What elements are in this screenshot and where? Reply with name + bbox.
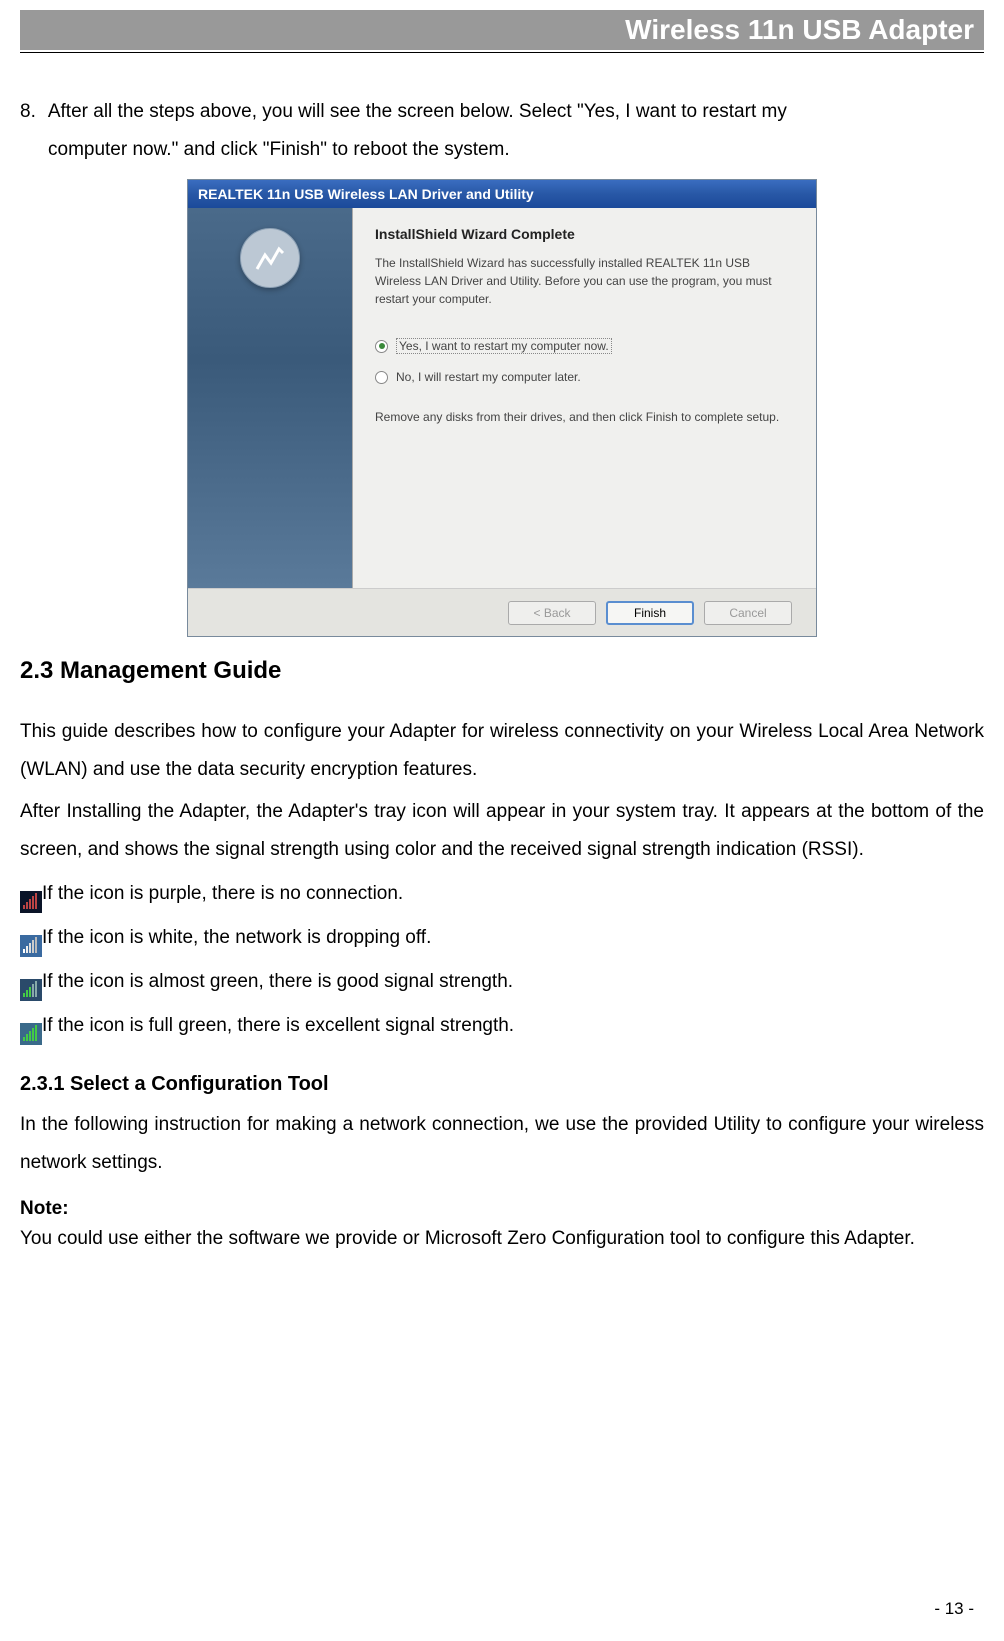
signal-white-line: If the icon is white, the network is dro… <box>20 919 984 957</box>
dialog-title-text: REALTEK 11n USB Wireless LAN Driver and … <box>198 186 534 202</box>
step-line2: computer now." and click "Finish" to reb… <box>20 139 510 160</box>
signal-full-green-text: If the icon is full green, there is exce… <box>42 1007 514 1045</box>
radio-restart-later[interactable]: No, I will restart my computer later. <box>375 370 794 384</box>
header-title: Wireless 11n USB Adapter <box>625 14 974 45</box>
mg-paragraph-2: After Installing the Adapter, the Adapte… <box>20 793 984 869</box>
radio-selected-icon <box>375 340 388 353</box>
finish-button[interactable]: Finish <box>606 601 694 625</box>
signal-almost-green-icon <box>20 979 42 1001</box>
signal-purple-line: If the icon is purple, there is no conne… <box>20 875 984 913</box>
page-header: Wireless 11n USB Adapter <box>20 10 984 50</box>
dialog-screenshot: REALTEK 11n USB Wireless LAN Driver and … <box>20 179 984 637</box>
wizard-paragraph-1: The InstallShield Wizard has successfull… <box>375 254 794 308</box>
install-dialog: REALTEK 11n USB Wireless LAN Driver and … <box>187 179 817 637</box>
dialog-body: InstallShield Wizard Complete The Instal… <box>188 208 816 588</box>
dialog-footer: < Back Finish Cancel <box>188 588 816 636</box>
step-line1: After all the steps above, you will see … <box>48 101 787 122</box>
page-number: - 13 - <box>934 1599 974 1619</box>
radio-unselected-icon <box>375 371 388 384</box>
radio-restart-now[interactable]: Yes, I want to restart my computer now. <box>375 338 794 354</box>
dialog-sidebar <box>188 208 353 588</box>
signal-white-text: If the icon is white, the network is dro… <box>42 919 431 957</box>
signal-full-green-icon <box>20 1023 42 1045</box>
section-heading-2-3-1: 2.3.1 Select a Configuration Tool <box>20 1073 984 1096</box>
signal-purple-icon <box>20 891 42 913</box>
wizard-heading: InstallShield Wizard Complete <box>375 226 794 242</box>
note-label: Note: <box>20 1198 984 1220</box>
back-button: < Back <box>508 601 596 625</box>
dialog-titlebar: REALTEK 11n USB Wireless LAN Driver and … <box>188 180 816 208</box>
signal-full-green-line: If the icon is full green, there is exce… <box>20 1007 984 1045</box>
wizard-icon <box>240 228 300 288</box>
signal-purple-text: If the icon is purple, there is no conne… <box>42 875 403 913</box>
step-number: 8. <box>20 101 36 122</box>
signal-white-icon <box>20 935 42 957</box>
cfg-paragraph-1: In the following instruction for making … <box>20 1106 984 1182</box>
mg-paragraph-1: This guide describes how to configure yo… <box>20 713 984 789</box>
header-rule <box>20 52 984 53</box>
dialog-content: InstallShield Wizard Complete The Instal… <box>353 208 816 588</box>
section-heading-2-3: 2.3 Management Guide <box>20 657 984 685</box>
signal-almost-green-text: If the icon is almost green, there is go… <box>42 963 513 1001</box>
radio-yes-label: Yes, I want to restart my computer now. <box>396 338 612 354</box>
cancel-button: Cancel <box>704 601 792 625</box>
signal-almost-green-line: If the icon is almost green, there is go… <box>20 963 984 1001</box>
radio-no-label: No, I will restart my computer later. <box>396 370 581 384</box>
step-paragraph: 8. After all the steps above, you will se… <box>20 93 984 169</box>
wizard-paragraph-2: Remove any disks from their drives, and … <box>375 408 794 426</box>
note-text: You could use either the software we pro… <box>20 1220 984 1258</box>
